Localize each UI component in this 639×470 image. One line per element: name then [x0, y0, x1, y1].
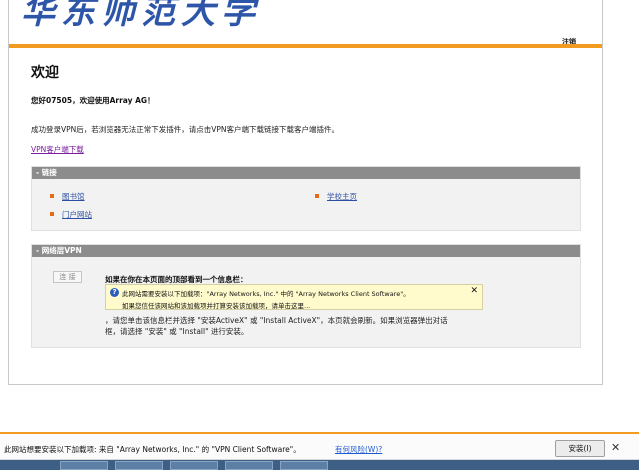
- close-icon: ✕: [470, 286, 478, 296]
- info-icon: ?: [110, 288, 119, 297]
- taskbar-button[interactable]: [170, 461, 218, 470]
- square-bullet-icon: [50, 194, 54, 198]
- taskbar-button[interactable]: [225, 461, 273, 470]
- page-title: 欢迎: [31, 65, 59, 81]
- connect-button[interactable]: 连 接: [53, 271, 82, 283]
- greeting-text: 您好07505，欢迎使用Array AG！: [31, 96, 155, 105]
- notification-text: 此网站想要安装以下加载项: 来自 "Array Networks, Inc." …: [4, 445, 301, 454]
- header-divider: [9, 44, 602, 48]
- sample-infobar-line1: 此网站需要安装以下加载项："Array Networks, Inc." 中的 "…: [122, 290, 410, 298]
- sample-infobar-image: ? 此网站需要安装以下加载项："Array Networks, Inc." 中的…: [105, 284, 483, 310]
- square-bullet-icon: [315, 194, 319, 198]
- link-school-homepage[interactable]: 学校主页: [327, 191, 357, 202]
- network-vpn-panel: - 网络层VPN 连 接 如果在你在本页面的顶部看到一个信息栏： ? 此网站需要…: [31, 244, 581, 348]
- banner-logo-text: 华东师范大学: [21, 0, 261, 28]
- install-button[interactable]: 安装(I): [555, 440, 605, 457]
- info-text: 成功登录VPN后，若浏览器无法正常下发插件，请点击VPN客户端下载链接下载客户端…: [31, 125, 340, 134]
- addon-notification-bar: 此网站想要安装以下加载项: 来自 "Array Networks, Inc." …: [0, 432, 639, 460]
- vpn-instruction-line1: ，请您单击该信息栏并选择 "安装ActiveX" 或 "Install Acti…: [105, 316, 448, 325]
- vpn-client-download-link[interactable]: VPN客户端下载: [31, 144, 84, 155]
- taskbar-button[interactable]: [60, 461, 108, 470]
- square-bullet-icon: [50, 212, 54, 216]
- taskbar-button[interactable]: [115, 461, 163, 470]
- links-panel-header[interactable]: - 链接: [32, 167, 580, 179]
- link-library[interactable]: 图书馆: [62, 191, 85, 202]
- close-icon[interactable]: ✕: [611, 441, 620, 454]
- vpn-panel-header[interactable]: - 网络层VPN: [32, 245, 580, 257]
- sample-infobar-line2: 如果您信任该网站和该加载项并打算安装该加载项，请单击这里...: [122, 302, 311, 310]
- taskbar-button[interactable]: [280, 461, 328, 470]
- what-risk-link[interactable]: 有何风险(W)?: [335, 444, 382, 455]
- link-portal[interactable]: 门户网站: [62, 209, 92, 220]
- taskbar: [0, 460, 639, 470]
- university-banner: 华东师范大学: [9, 0, 602, 28]
- vpn-instruction-line2: 框，请选择 "安装" 或 "Install" 进行安装。: [105, 327, 249, 336]
- links-panel: - 链接 图书馆 学校主页 门户网站: [31, 166, 581, 231]
- portal-frame: 华东师范大学 注销 欢迎 您好07505，欢迎使用Array AG！ 成功登录V…: [8, 0, 603, 385]
